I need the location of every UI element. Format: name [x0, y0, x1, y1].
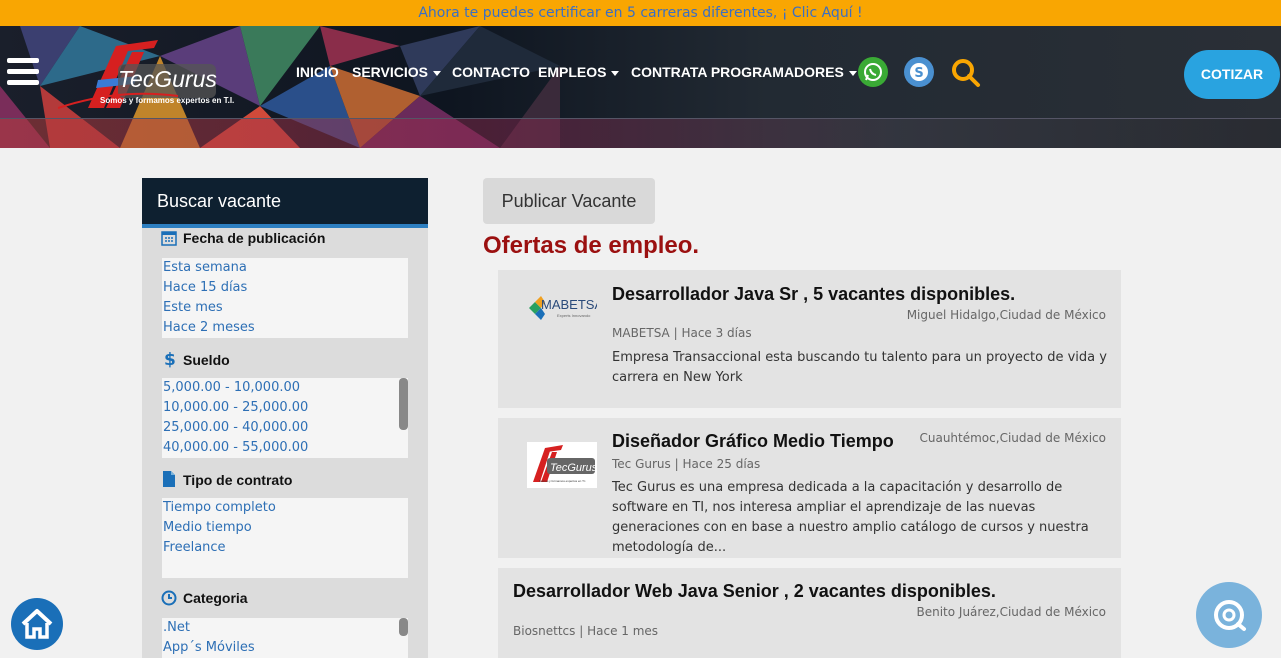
job-location: Miguel Hidalgo,Ciudad de México — [906, 308, 1106, 322]
job-title[interactable]: Diseñador Gráfico Medio Tiempo — [612, 431, 894, 452]
logo-brand-name: TecGurus — [118, 66, 217, 92]
dollar-icon: $ — [164, 350, 176, 370]
job-description: Empresa Transaccional esta buscando tu t… — [612, 350, 1107, 385]
option-esta-semana[interactable]: Esta semana — [162, 258, 408, 278]
header-divider — [0, 118, 1281, 119]
job-meta: MABETSA | Hace 3 días — [612, 326, 752, 340]
promo-bar[interactable]: Ahora te puedes certificar en 5 carreras… — [0, 0, 1281, 26]
chat-icon — [1214, 600, 1246, 631]
mabetsa-logo-icon: MABETSA Experts Innovando — [529, 296, 597, 320]
categoria-options: .Net App´s Móviles — [162, 618, 408, 658]
skype-icon[interactable]: S — [904, 57, 934, 87]
tecgurus-company-logo-icon: TecGurus Somos y formamos expertos en T.… — [527, 442, 598, 488]
svg-text:Somos y formamos expertos en T: Somos y formamos expertos en T.I. — [539, 479, 586, 483]
option-apps-moviles[interactable]: App´s Móviles — [162, 638, 408, 658]
job-title[interactable]: Desarrollador Web Java Senior , 2 vacant… — [513, 581, 996, 602]
chevron-down-icon — [611, 70, 620, 76]
nav-item-contacto[interactable]: CONTACTO — [452, 64, 530, 80]
page-title: Ofertas de empleo. — [483, 232, 700, 259]
whatsapp-icon[interactable] — [858, 57, 888, 87]
option-sueldo-1[interactable]: 5,000.00 - 10,000.00 — [162, 378, 408, 398]
job-card[interactable]: Desarrollador Web Java Senior , 2 vacant… — [498, 568, 1121, 658]
search-sidebar: Buscar vacante Fecha de publicación Esta… — [142, 178, 428, 658]
sidebar-title: Buscar vacante — [142, 178, 428, 228]
hamburger-menu-icon[interactable] — [7, 58, 39, 88]
header-band — [0, 118, 1281, 148]
clock-icon — [161, 590, 177, 606]
option-este-mes[interactable]: Este mes — [162, 298, 408, 318]
svg-text:TecGurus: TecGurus — [550, 462, 597, 474]
section-title-categoria: Categoria — [161, 590, 248, 606]
option-freelance[interactable]: Freelance — [162, 538, 408, 558]
job-location: Cuauhtémoc,Ciudad de México — [919, 431, 1106, 445]
nav-item-servicios[interactable]: SERVICIOS — [352, 64, 441, 80]
sueldo-options: 5,000.00 - 10,000.00 10,000.00 - 25,000.… — [162, 378, 408, 458]
job-meta: Tec Gurus | Hace 25 días — [612, 457, 761, 471]
chevron-down-icon — [848, 70, 857, 76]
option-sueldo-3[interactable]: 25,000.00 - 40,000.00 — [162, 418, 408, 438]
chevron-down-icon — [433, 70, 441, 76]
calendar-icon — [161, 231, 177, 246]
option-medio-tiempo[interactable]: Medio tiempo — [162, 518, 408, 538]
nav-item-inicio[interactable]: INICIO — [296, 64, 339, 80]
option-hace-2-meses[interactable]: Hace 2 meses — [162, 318, 408, 338]
home-icon — [21, 609, 53, 639]
nav-item-empleos[interactable]: EMPLEOS — [538, 64, 620, 80]
job-location: Benito Juárez,Ciudad de México — [916, 605, 1106, 619]
option-hace-15-dias[interactable]: Hace 15 días — [162, 278, 408, 298]
option-sueldo-4[interactable]: 40,000.00 - 55,000.00 — [162, 438, 408, 458]
sueldo-scrollbar[interactable] — [399, 378, 408, 430]
home-button[interactable] — [11, 598, 63, 650]
job-card[interactable]: TecGurus Somos y formamos expertos en T.… — [498, 418, 1121, 558]
job-description: Tec Gurus es una empresa dedicada a la c… — [612, 480, 1089, 555]
categoria-scrollbar[interactable] — [399, 618, 408, 636]
chat-button[interactable] — [1196, 582, 1262, 648]
cotizar-button[interactable]: COTIZAR — [1184, 50, 1280, 99]
section-title-tipo-contrato: Tipo de contrato — [161, 470, 292, 488]
fecha-options: Esta semana Hace 15 días Este mes Hace 2… — [162, 258, 408, 338]
job-meta: Biosnettcs | Hace 1 mes — [513, 624, 659, 638]
nav-item-contrata-programadores[interactable]: CONTRATA PROGRAMADORES — [631, 64, 857, 80]
option-tiempo-completo[interactable]: Tiempo completo — [162, 498, 408, 518]
job-title[interactable]: Desarrollador Java Sr , 5 vacantes dispo… — [612, 284, 1015, 305]
svg-text:S: S — [914, 66, 923, 81]
svg-text:$: $ — [164, 350, 176, 368]
svg-text:Experts Innovando: Experts Innovando — [557, 313, 591, 318]
document-icon — [163, 471, 175, 487]
job-card[interactable]: MABETSA Experts Innovando Desarrollador … — [498, 270, 1121, 408]
section-title-fecha: Fecha de publicación — [161, 230, 325, 246]
option-sueldo-2[interactable]: 10,000.00 - 25,000.00 — [162, 398, 408, 418]
site-header: TecGurus Somos y formamos expertos en T.… — [0, 26, 1281, 148]
logo-tagline: Somos y formamos expertos en T.I. — [100, 96, 235, 105]
section-title-sueldo: $ Sueldo — [161, 350, 230, 370]
promo-link[interactable]: Ahora te puedes certificar en 5 carreras… — [418, 5, 862, 21]
option-net[interactable]: .Net — [162, 618, 408, 638]
svg-text:MABETSA: MABETSA — [541, 297, 597, 312]
search-icon[interactable] — [950, 57, 980, 87]
tipo-contrato-options: Tiempo completo Medio tiempo Freelance — [162, 498, 408, 578]
publicar-vacante-button[interactable]: Publicar Vacante — [483, 178, 655, 224]
